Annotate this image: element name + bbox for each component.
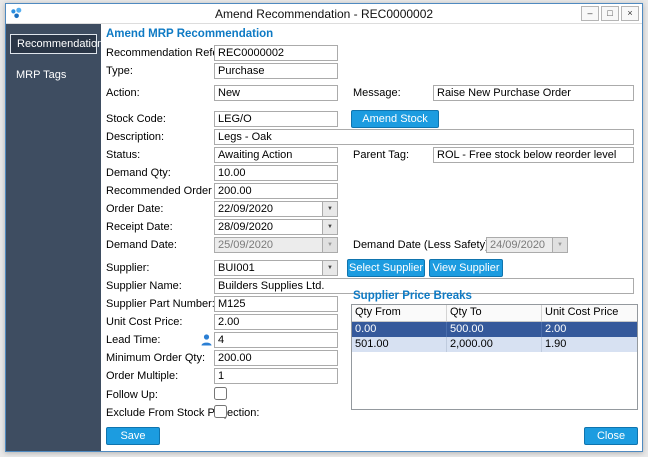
receipt-date-value: 28/09/2020 [218, 221, 274, 233]
exclude-from-stock-projection-checkbox[interactable] [214, 405, 227, 418]
supplier-value: BUI001 [218, 262, 255, 274]
column-header-qty-from: Qty From [352, 305, 447, 321]
action-label: Action: [106, 87, 140, 99]
supplier-part-number-label: Supplier Part Number: [106, 298, 215, 310]
supplier-label: Supplier: [106, 262, 150, 274]
cell-qty-to: 2,000.00 [447, 337, 542, 352]
demand-date-less-safety-label: Demand Date (Less Safety): [353, 239, 492, 251]
reference-input[interactable] [214, 45, 338, 61]
close-button[interactable]: Close [584, 427, 638, 445]
cell-unit-cost-price: 1.90 [545, 338, 567, 350]
lead-time-input[interactable] [214, 332, 338, 348]
price-breaks-heading: Supplier Price Breaks [353, 290, 472, 302]
order-date-label: Order Date: [106, 203, 164, 215]
description-input[interactable] [214, 129, 634, 145]
cell-qty-from: 0.00 [352, 322, 447, 337]
save-button[interactable]: Save [106, 427, 160, 445]
person-icon [201, 334, 212, 349]
chevron-down-icon[interactable]: ▼ [322, 261, 337, 275]
minimize-button[interactable]: – [581, 6, 599, 21]
table-row[interactable]: 501.00 2,000.00 1.90 [352, 337, 637, 352]
table-row[interactable]: 0.00 500.00 2.00 [352, 322, 637, 337]
unit-cost-price-input[interactable] [214, 314, 338, 330]
amend-stock-button[interactable]: Amend Stock [351, 110, 439, 128]
supplier-combobox[interactable]: BUI001 ▼ [214, 260, 338, 276]
message-input[interactable] [433, 85, 634, 101]
order-date-combobox[interactable]: 22/09/2020 ▼ [214, 201, 338, 217]
maximize-button[interactable]: □ [601, 6, 619, 21]
sidebar-item-mrp-tags[interactable]: MRP Tags [10, 66, 97, 86]
select-supplier-button[interactable]: Select Supplier [347, 259, 425, 277]
chevron-down-icon[interactable]: ▼ [322, 220, 337, 234]
supplier-part-number-input[interactable] [214, 296, 338, 312]
receipt-date-combobox[interactable]: 28/09/2020 ▼ [214, 219, 338, 235]
lead-time-label: Lead Time: [106, 334, 161, 346]
follow-up-checkbox[interactable] [214, 387, 227, 400]
cell-unit-cost-price: 2.00 [545, 323, 567, 335]
chevron-down-icon[interactable]: ▼ [322, 202, 337, 216]
status-label: Status: [106, 149, 141, 161]
description-label: Description: [106, 131, 165, 143]
minimum-order-qty-label: Minimum Order Qty: [106, 352, 206, 364]
price-breaks-table: Qty From Qty To Unit Cost Price 0.00 500… [351, 304, 638, 410]
status-input[interactable] [214, 147, 338, 163]
demand-qty-input[interactable] [214, 165, 338, 181]
cell-qty-from: 501.00 [352, 337, 447, 352]
window-controls: – □ × [581, 6, 639, 21]
demand-date-value: 25/09/2020 [218, 239, 274, 251]
chevron-down-icon: ▼ [322, 238, 337, 252]
order-multiple-input[interactable] [214, 368, 338, 384]
view-supplier-button[interactable]: View Supplier [429, 259, 503, 277]
dialog-window: Amend Recommendation - REC0000002 – □ × … [5, 3, 643, 452]
order-multiple-label: Order Multiple: [106, 370, 179, 382]
type-label: Type: [106, 65, 133, 77]
recommended-order-qty-input[interactable] [214, 183, 338, 199]
sidebar: Recommendation MRP Tags [6, 24, 103, 451]
follow-up-label: Follow Up: [106, 389, 158, 401]
demand-qty-label: Demand Qty: [106, 167, 171, 179]
window-title: Amend Recommendation - REC0000002 [214, 7, 434, 21]
parent-tag-label: Parent Tag: [353, 149, 410, 161]
chevron-down-icon: ▼ [552, 238, 567, 252]
title-bar: Amend Recommendation - REC0000002 – □ × [6, 4, 642, 24]
receipt-date-label: Receipt Date: [106, 221, 173, 233]
stock-code-label: Stock Code: [106, 113, 166, 125]
demand-date-less-safety-value: 24/09/2020 [490, 239, 546, 251]
action-input[interactable] [214, 85, 338, 101]
message-label: Message: [353, 87, 401, 99]
stock-code-input[interactable] [214, 111, 338, 127]
cell-qty-to: 500.00 [447, 322, 542, 337]
demand-date-label: Demand Date: [106, 239, 177, 251]
minimum-order-qty-input[interactable] [214, 350, 338, 366]
demand-date-combobox: 25/09/2020 ▼ [214, 237, 338, 253]
exclude-from-stock-projection-label: Exclude From Stock Projection: [106, 407, 260, 419]
column-header-unit-cost-price: Unit Cost Price [545, 306, 619, 318]
close-window-button[interactable]: × [621, 6, 639, 21]
column-header-qty-to: Qty To [447, 305, 542, 321]
sidebar-item-recommendation[interactable]: Recommendation [10, 34, 103, 54]
demand-date-less-safety-combobox: 24/09/2020 ▼ [486, 237, 568, 253]
parent-tag-input[interactable] [433, 147, 634, 163]
order-date-value: 22/09/2020 [218, 203, 274, 215]
type-input[interactable] [214, 63, 338, 79]
supplier-name-label: Supplier Name: [106, 280, 182, 292]
price-breaks-header-row: Qty From Qty To Unit Cost Price [352, 305, 637, 322]
unit-cost-price-label: Unit Cost Price: [106, 316, 183, 328]
page-title: Amend MRP Recommendation [106, 28, 274, 40]
